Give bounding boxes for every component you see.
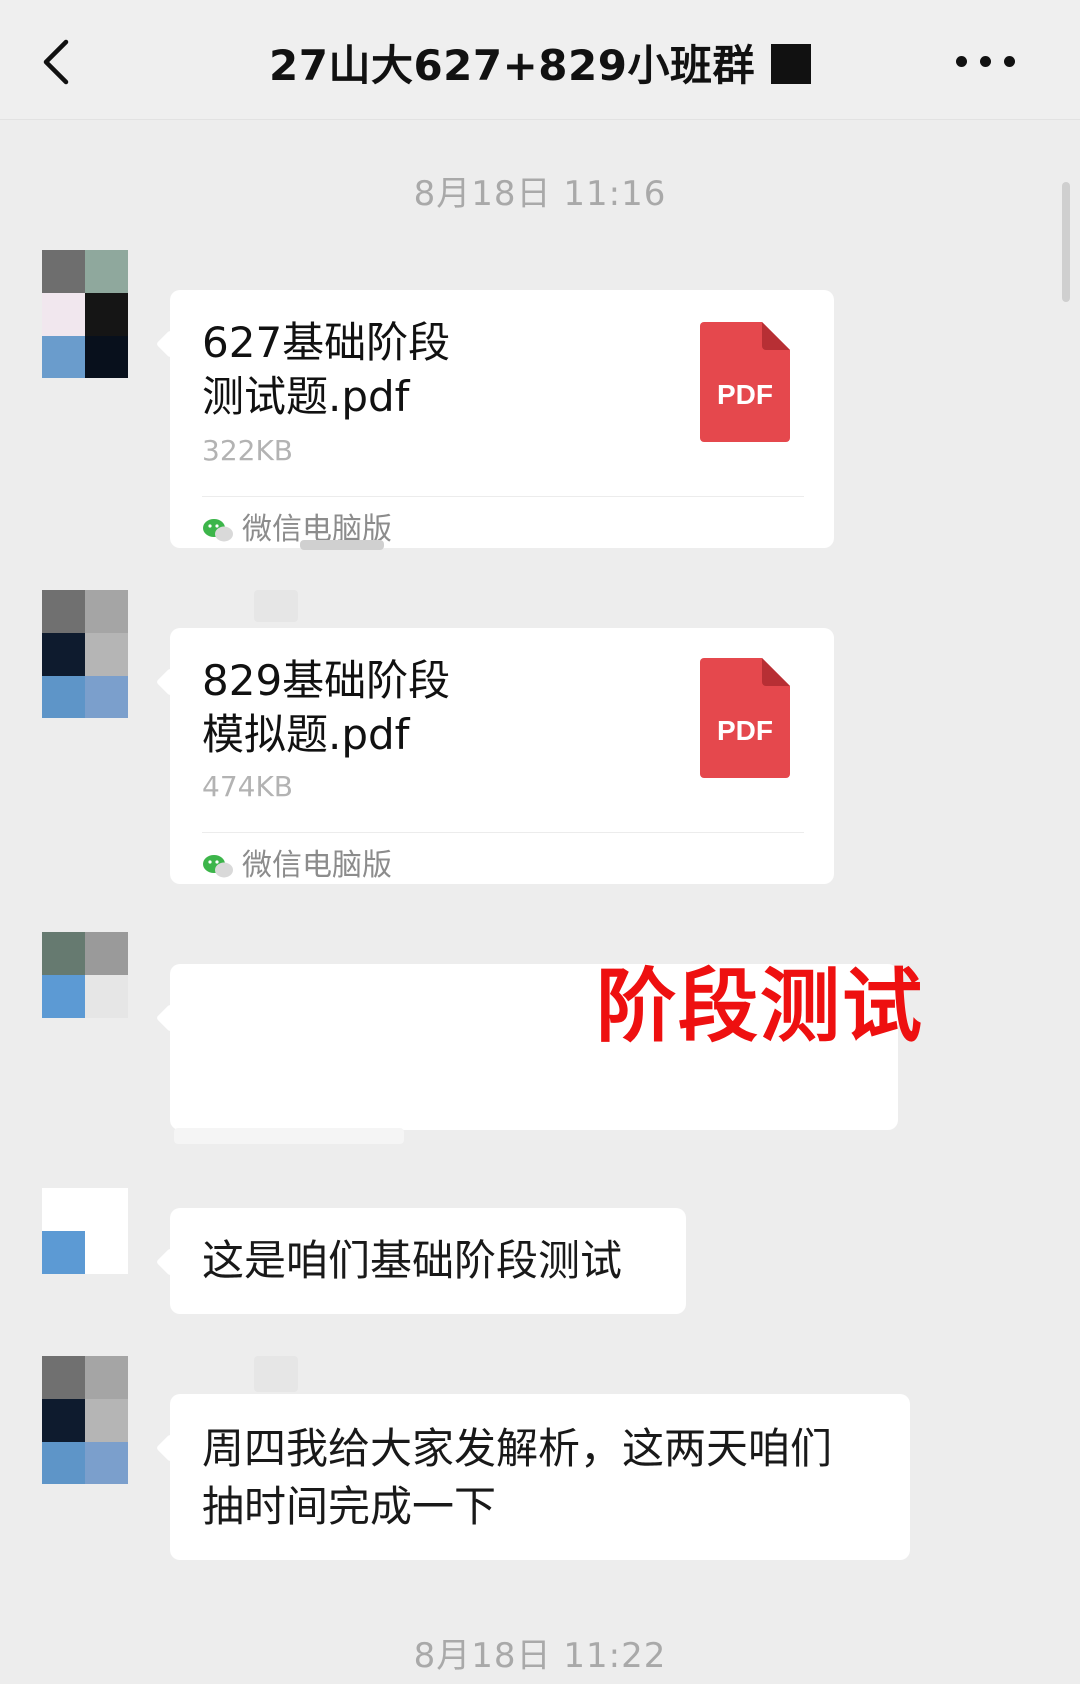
- avatar[interactable]: [42, 1356, 128, 1484]
- sender-name-redacted: [254, 590, 298, 622]
- pdf-file-icon: PDF: [700, 658, 790, 778]
- message-text: 这是咱们基础阶段测试: [202, 1236, 623, 1285]
- file-message[interactable]: 627基础阶段 测试题.pdf 322KB PDF 微信电脑版: [170, 290, 834, 548]
- file-size: 322KB: [202, 434, 294, 467]
- pdf-label: PDF: [717, 715, 773, 746]
- sender-name-redacted: [254, 1356, 298, 1392]
- timestamp: 8月18日 11:16: [413, 174, 667, 214]
- file-source: 微信电脑版: [202, 840, 392, 884]
- chat-title-row: 27山大627+829小班群: [0, 32, 1080, 93]
- chat-header: 27山大627+829小班群: [0, 0, 1080, 120]
- chat-title: 27山大627+829小班群: [269, 41, 755, 90]
- text-message[interactable]: 周四我给大家发解析，这两天咱们 抽时间完成一下: [170, 1394, 910, 1560]
- file-size: 474KB: [202, 770, 294, 803]
- avatar[interactable]: [42, 932, 128, 1018]
- divider: [202, 496, 804, 497]
- file-message[interactable]: 829基础阶段 模拟题.pdf 474KB PDF 微信电脑版: [170, 628, 834, 884]
- redacted-block: [770, 44, 811, 84]
- message-text: 周四我给大家发解析，这两天咱们 抽时间完成一下: [202, 1424, 833, 1531]
- pdf-file-icon: PDF: [700, 322, 790, 442]
- file-name: 829基础阶段 模拟题.pdf: [202, 656, 451, 759]
- more-button[interactable]: [956, 52, 1040, 72]
- more-dots-icon: [956, 52, 1028, 71]
- avatar[interactable]: [42, 590, 128, 718]
- timestamp: 8月18日 11:22: [413, 1636, 667, 1676]
- wechat-icon: [203, 855, 233, 878]
- overlay-stamp: 阶段测试: [596, 960, 924, 1053]
- wechat-icon: [203, 519, 233, 542]
- text-message[interactable]: 这是咱们基础阶段测试: [170, 1208, 686, 1314]
- file-name: 627基础阶段 测试题.pdf: [202, 318, 451, 421]
- avatar[interactable]: [42, 250, 128, 378]
- redacted-block: [174, 1128, 404, 1144]
- avatar[interactable]: [42, 1188, 128, 1274]
- pdf-label: PDF: [717, 379, 773, 410]
- divider: [202, 832, 804, 833]
- redacted-block: [300, 540, 384, 550]
